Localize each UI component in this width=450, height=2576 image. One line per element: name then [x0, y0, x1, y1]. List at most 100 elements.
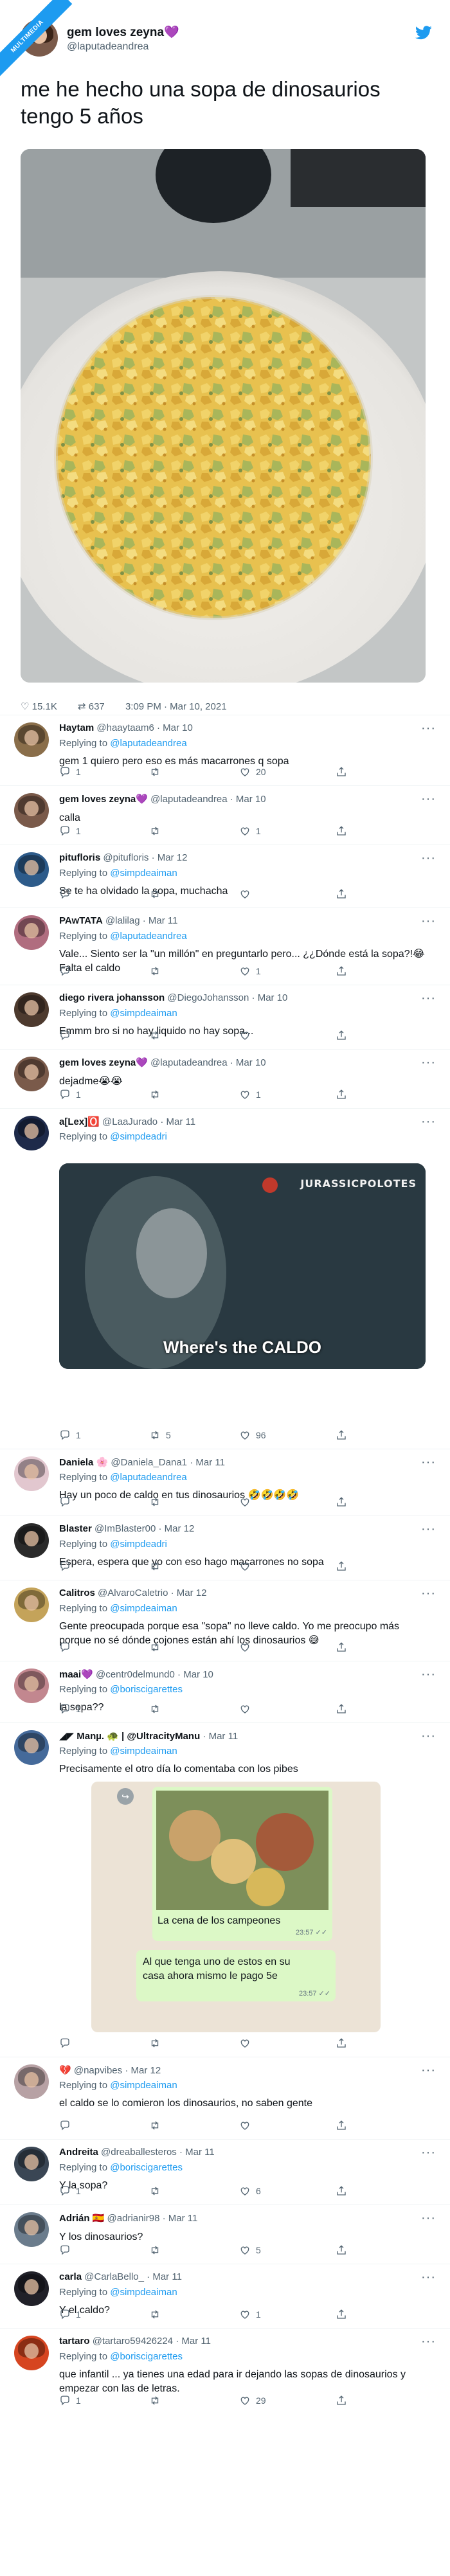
- mention-link[interactable]: @laputadeandrea: [110, 1472, 187, 1483]
- reply-author-name[interactable]: pitufloris: [59, 852, 100, 863]
- reply-author-handle[interactable]: @napvibes: [74, 2065, 122, 2076]
- reply-author-handle[interactable]: @dreaballesteros: [101, 2147, 177, 2158]
- reply-date[interactable]: · Mar 12: [158, 1523, 194, 1534]
- mention-link[interactable]: @simpdeaiman: [110, 2287, 177, 2298]
- like-button[interactable]: [239, 1030, 256, 1041]
- reply-tweet[interactable]: pitufloris @pitufloris · Mar 12 ··· Replyi…: [0, 845, 450, 908]
- reply-tweet[interactable]: Calitros @AlvaroCaletrio · Mar 12 ··· Repl…: [0, 1580, 450, 1661]
- reply-button[interactable]: 1: [59, 2395, 81, 2406]
- reply-tweet[interactable]: diego rivera johansson @DiegoJohansson ·…: [0, 985, 450, 1049]
- mention-link[interactable]: @boriscigarettes: [110, 2162, 183, 2173]
- author-handle[interactable]: @laputadeandrea: [67, 41, 148, 53]
- avatar[interactable]: [14, 2336, 49, 2370]
- retweet-button[interactable]: [149, 1089, 166, 1100]
- avatar[interactable]: [14, 1588, 49, 1622]
- retweet-button[interactable]: 5: [149, 1429, 171, 1441]
- reply-author-name[interactable]: carla: [59, 2271, 82, 2282]
- like-button[interactable]: [239, 1496, 256, 1508]
- like-button[interactable]: [239, 1703, 256, 1715]
- reply-date[interactable]: · Mar 11: [147, 2271, 182, 2282]
- share-button[interactable]: [336, 2120, 347, 2131]
- retweet-button[interactable]: [149, 766, 166, 778]
- reply-button[interactable]: [59, 888, 76, 900]
- like-button[interactable]: 96: [239, 1429, 266, 1441]
- retweet-button[interactable]: [149, 2395, 166, 2406]
- retweet-button[interactable]: [149, 1641, 166, 1653]
- more-options-icon[interactable]: ···: [421, 1522, 436, 1537]
- reply-tweet[interactable]: Adrián 🇪🇸 @adrianir98 · Mar 11 ··· Y los d…: [0, 2205, 450, 2264]
- reply-author-name[interactable]: Daniela 🌸: [59, 1457, 108, 1468]
- reply-button[interactable]: [59, 2244, 76, 2256]
- reply-author-name[interactable]: Adrián 🇪🇸: [59, 2213, 104, 2224]
- retweets-count[interactable]: ⇄ 637: [78, 701, 114, 712]
- reply-tweet[interactable]: Haytam @haaytaam6 · Mar 10 ··· Replying to…: [0, 715, 450, 785]
- like-button[interactable]: 5: [239, 2244, 261, 2256]
- avatar[interactable]: [14, 793, 49, 828]
- mention-link[interactable]: @simpdeaiman: [110, 2080, 177, 2091]
- reply-tweet[interactable]: tartaro @tartaro59426224 · Mar 11 ··· Repl…: [0, 2328, 450, 2414]
- more-options-icon[interactable]: ···: [421, 851, 436, 866]
- more-options-icon[interactable]: ···: [421, 2211, 436, 2226]
- reply-button[interactable]: 1: [59, 1429, 81, 1441]
- reply-tweet[interactable]: a[Lex]🅾️ @LaaJurado · Mar 11 ··· Replying …: [0, 1108, 450, 1449]
- like-button[interactable]: 29: [239, 2395, 266, 2406]
- share-button[interactable]: [336, 888, 347, 900]
- more-options-icon[interactable]: ···: [421, 2063, 436, 2078]
- tweet-photo[interactable]: [21, 149, 426, 683]
- reply-button[interactable]: 1: [59, 2185, 81, 2197]
- mention-link[interactable]: @simpdeaiman: [110, 1746, 177, 1757]
- reply-author-handle[interactable]: @LaaJurado: [102, 1116, 158, 1127]
- forward-icon[interactable]: ↪: [117, 1788, 134, 1805]
- reply-button[interactable]: [59, 2120, 76, 2131]
- reply-author-handle[interactable]: @AlvaroCaletrio: [98, 1588, 168, 1598]
- reply-date[interactable]: · Mar 11: [179, 2147, 215, 2158]
- chat-screenshot[interactable]: La cena de los campeones 23:57 ✓✓ Al que t…: [91, 1782, 381, 2032]
- more-options-icon[interactable]: ···: [421, 2334, 436, 2349]
- reply-author-handle[interactable]: @centr0delmund0: [96, 1669, 175, 1680]
- mention-link[interactable]: @simpdeaiman: [110, 1008, 177, 1019]
- reply-author-name[interactable]: 💔: [59, 2065, 71, 2076]
- more-options-icon[interactable]: ···: [421, 2270, 436, 2285]
- author-name[interactable]: gem loves zeyna💜: [67, 24, 179, 40]
- reply-date[interactable]: · Mar 12: [152, 852, 188, 863]
- avatar[interactable]: [14, 722, 49, 757]
- like-button[interactable]: [239, 888, 256, 900]
- reply-tweet[interactable]: PAwTATA @lalilag · Mar 11 ··· Replying to …: [0, 908, 450, 985]
- mention-link[interactable]: @boriscigarettes: [110, 2351, 183, 2362]
- like-button[interactable]: 1: [239, 1089, 261, 1100]
- more-options-icon[interactable]: ···: [421, 1114, 436, 1129]
- reply-author-handle[interactable]: @pitufloris: [103, 852, 148, 863]
- reply-button[interactable]: [59, 1030, 76, 1041]
- avatar[interactable]: [14, 915, 49, 950]
- avatar[interactable]: [14, 2212, 49, 2247]
- share-button[interactable]: [336, 1429, 347, 1441]
- share-button[interactable]: [336, 2395, 347, 2406]
- avatar[interactable]: [14, 1456, 49, 1491]
- reply-tweet[interactable]: maai💜 @centr0delmund0 · Mar 10 ··· Replyin…: [0, 1661, 450, 1722]
- share-button[interactable]: [336, 965, 347, 977]
- retweet-button[interactable]: [149, 2309, 166, 2320]
- tweet-timestamp[interactable]: 3:09 PM · Mar 10, 2021: [125, 701, 227, 712]
- reply-author-name[interactable]: PAwTATA: [59, 915, 103, 926]
- mention-link[interactable]: @boriscigarettes: [110, 1684, 183, 1695]
- reply-author-handle[interactable]: @lalilag: [105, 915, 140, 926]
- avatar[interactable]: [14, 1523, 49, 1558]
- retweet-button[interactable]: [149, 2037, 166, 2049]
- more-options-icon[interactable]: ···: [421, 1729, 436, 1744]
- mention-link[interactable]: @laputadeandrea: [110, 931, 187, 942]
- reply-tweet[interactable]: gem loves zeyna💜 @laputadeandrea · Mar 1…: [0, 785, 450, 845]
- share-button[interactable]: [336, 1030, 347, 1041]
- avatar[interactable]: [14, 1116, 49, 1150]
- reply-tweet[interactable]: Blaster @ImBlaster00 · Mar 12 ··· Replying…: [0, 1516, 450, 1580]
- reply-author-handle[interactable]: @adrianir98: [107, 2213, 160, 2224]
- avatar[interactable]: [14, 1730, 49, 1765]
- reply-author-name[interactable]: ◢◤ Manµ. 🐢 | @UltracityManu: [59, 1731, 200, 1742]
- reply-date[interactable]: · Mar 10: [177, 1669, 213, 1680]
- mention-link[interactable]: @laputadeandrea: [110, 738, 187, 749]
- like-button[interactable]: 1: [239, 2309, 261, 2320]
- reply-date[interactable]: · Mar 11: [176, 2336, 211, 2347]
- reply-author-handle[interactable]: @haaytaam6: [96, 722, 154, 733]
- reply-button[interactable]: 1: [59, 766, 81, 778]
- more-options-icon[interactable]: ···: [421, 991, 436, 1006]
- reply-author-handle[interactable]: @CarlaBello_: [84, 2271, 144, 2282]
